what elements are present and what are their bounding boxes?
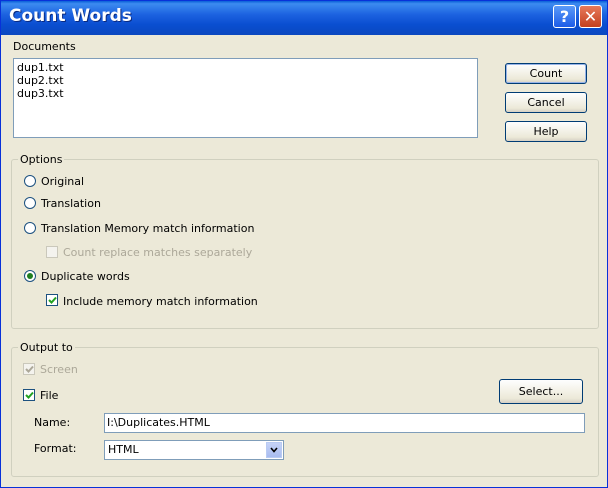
- list-item[interactable]: dup1.txt: [14, 61, 477, 74]
- count-replace-label[interactable]: Count replace matches separately: [63, 246, 252, 259]
- window-title: Count Words: [9, 6, 132, 26]
- file-checkbox[interactable]: [23, 389, 35, 401]
- original-label[interactable]: Original: [41, 175, 84, 188]
- count-button-label: Count: [529, 67, 563, 80]
- check-icon: [25, 391, 34, 399]
- select-button-label: Select...: [518, 385, 564, 398]
- dropdown-button[interactable]: [266, 442, 282, 458]
- cancel-button[interactable]: Cancel: [505, 92, 587, 113]
- close-icon: ✕: [583, 7, 598, 26]
- documents-label: Documents: [13, 40, 76, 53]
- check-icon: [48, 296, 57, 304]
- output-label: Output to: [18, 341, 75, 354]
- help-button[interactable]: Help: [505, 121, 587, 142]
- tm-match-radio[interactable]: [24, 222, 36, 234]
- options-label: Options: [18, 153, 65, 166]
- select-button[interactable]: Select...: [499, 379, 583, 404]
- duplicate-words-label[interactable]: Duplicate words: [41, 270, 130, 283]
- include-memory-label[interactable]: Include memory match information: [63, 295, 258, 308]
- output-group: [11, 347, 599, 477]
- name-field-value: I:\Duplicates.HTML: [107, 416, 210, 429]
- cancel-button-label: Cancel: [527, 96, 565, 109]
- format-select[interactable]: HTML: [104, 440, 284, 460]
- documents-list[interactable]: dup1.txt dup2.txt dup3.txt: [13, 58, 478, 138]
- name-field[interactable]: I:\Duplicates.HTML: [104, 413, 585, 433]
- list-item[interactable]: dup2.txt: [14, 74, 477, 87]
- original-radio[interactable]: [24, 175, 36, 187]
- list-item[interactable]: dup3.txt: [14, 87, 477, 100]
- count-replace-checkbox[interactable]: [46, 246, 58, 258]
- translation-radio[interactable]: [24, 197, 36, 209]
- file-label[interactable]: File: [40, 389, 58, 402]
- count-button[interactable]: Count: [505, 63, 587, 84]
- tm-match-label[interactable]: Translation Memory match information: [41, 222, 254, 235]
- chevron-down-icon: [270, 447, 278, 453]
- duplicate-words-radio[interactable]: [24, 270, 36, 282]
- screen-checkbox[interactable]: [23, 363, 35, 375]
- format-label: Format:: [34, 442, 77, 455]
- help-title-button[interactable]: ?: [553, 5, 576, 28]
- translation-label[interactable]: Translation: [41, 197, 101, 210]
- screen-label[interactable]: Screen: [40, 363, 78, 376]
- include-memory-checkbox[interactable]: [46, 294, 58, 306]
- title-bar[interactable]: Count Words ? ✕: [1, 1, 607, 35]
- count-words-dialog: Count Words ? ✕ Documents dup1.txt dup2.…: [0, 0, 608, 488]
- name-label: Name:: [34, 416, 71, 429]
- close-button[interactable]: ✕: [579, 5, 602, 28]
- format-value: HTML: [108, 443, 139, 456]
- question-icon: ?: [559, 7, 570, 26]
- check-icon: [25, 365, 34, 373]
- help-button-label: Help: [533, 125, 559, 138]
- radio-selected-dot: [27, 273, 33, 279]
